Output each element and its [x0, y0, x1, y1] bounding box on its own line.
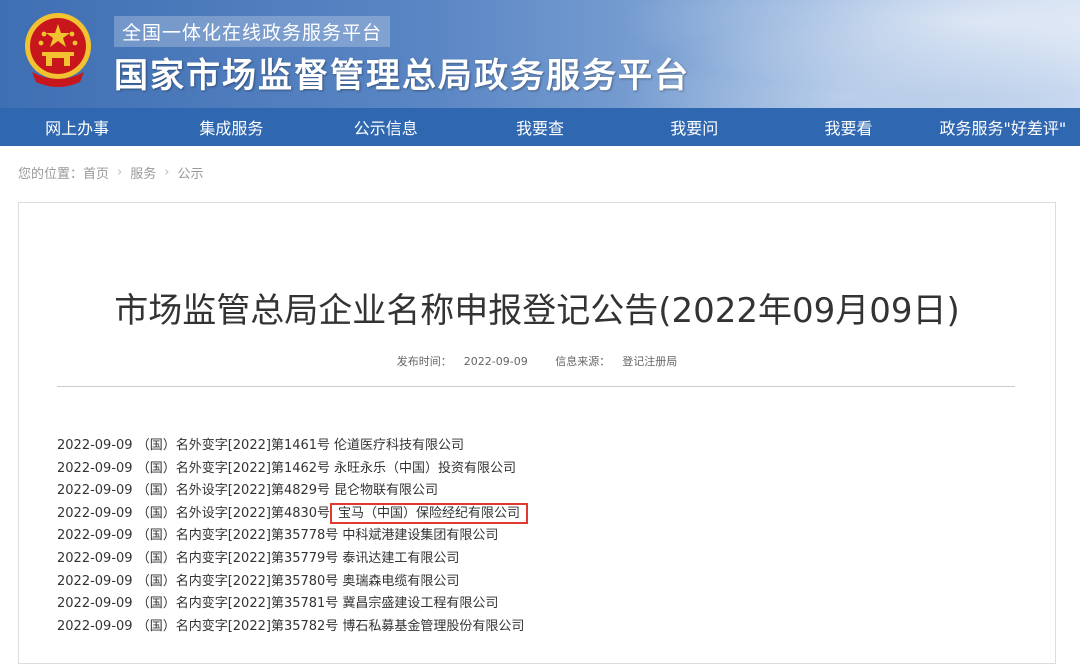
chevron-right-icon: ›	[164, 164, 170, 180]
national-emblem-icon[interactable]	[22, 12, 94, 90]
nav-item-ask[interactable]: 我要问	[617, 115, 771, 139]
row-company: 博石私募基金管理股份有限公司	[342, 618, 525, 634]
list-item: 2022-09-09 （国）名内变字[2022]第35781号 冀昌宗盛建设工程有…	[57, 593, 1017, 616]
row-company: 中科斌港建设集团有限公司	[342, 528, 499, 544]
breadcrumb-home[interactable]: 首页	[83, 163, 109, 182]
nav-item-integrated-services[interactable]: 集成服务	[154, 115, 308, 139]
notice-list: 2022-09-09 （国）名外变字[2022]第1461号 伦道医疗科技有限公司…	[57, 435, 1017, 638]
list-item: 2022-09-09 （国）名外变字[2022]第1461号 伦道医疗科技有限公司	[57, 435, 1017, 458]
breadcrumb-label: 您的位置：	[18, 166, 84, 182]
main-nav: 网上办事 集成服务 公示信息 我要查 我要问 我要看 政务服务"好差评"	[0, 108, 1080, 146]
breadcrumb: 您的位置： 首页 › 服务 › 公示	[0, 146, 1080, 198]
list-item: 2022-09-09 （国）名外设字[2022]第4830号 宝马（中国）保险经纪…	[57, 502, 1017, 526]
list-item: 2022-09-09 （国）名外变字[2022]第1462号 永旺永乐（中国）投资…	[57, 458, 1017, 481]
article-card: 市场监管总局企业名称申报登记公告(2022年09月09日) 发布时间： 2022-…	[18, 202, 1056, 664]
row-date: 2022-09-09	[57, 528, 133, 544]
row-company: 伦道医疗科技有限公司	[334, 438, 465, 453]
row-prefix: （国）	[136, 505, 176, 521]
row-code: 名外变字[2022]第1462号	[175, 460, 331, 476]
nav-item-service-rating[interactable]: 政务服务"好差评"	[926, 115, 1080, 139]
nav-item-view[interactable]: 我要看	[771, 115, 925, 139]
list-item: 2022-09-09 （国）名内变字[2022]第35779号 泰讯达建工有限公司	[57, 548, 1017, 571]
nav-item-search[interactable]: 我要查	[463, 115, 617, 139]
row-date: 2022-09-09	[57, 596, 133, 612]
row-prefix: （国）	[136, 528, 176, 544]
list-item: 2022-09-09 （国）名内变字[2022]第35778号 中科斌港建设集团有…	[57, 525, 1017, 548]
row-prefix: （国）	[136, 618, 176, 634]
row-code: 名内变字[2022]第35780号	[175, 573, 339, 589]
platform-title[interactable]: 国家市场监督管理总局政务服务平台	[114, 48, 690, 97]
list-item: 2022-09-09 （国）名内变字[2022]第35782号 博石私募基金管理股…	[57, 616, 1017, 639]
row-prefix: （国）	[136, 438, 176, 453]
row-company: 泰讯达建工有限公司	[342, 550, 460, 566]
publish-date: 2022-09-09	[463, 355, 528, 368]
breadcrumb-notice[interactable]: 公示	[177, 163, 203, 182]
row-date: 2022-09-09	[57, 618, 133, 634]
article-title: 市场监管总局企业名称申报登记公告(2022年09月09日)	[114, 291, 960, 331]
source-value: 登记注册局	[622, 355, 678, 368]
row-date: 2022-09-09	[57, 573, 133, 589]
row-code: 名内变字[2022]第35782号	[175, 618, 339, 634]
row-date: 2022-09-09	[57, 460, 133, 476]
nav-item-public-info[interactable]: 公示信息	[309, 115, 463, 139]
row-code: 名内变字[2022]第35779号	[175, 550, 339, 566]
list-item: 2022-09-09 （国）名内变字[2022]第35780号 奥瑞森电缆有限公司	[57, 571, 1017, 594]
article-meta: 发布时间： 2022-09-09 信息来源： 登记注册局	[19, 353, 1055, 369]
row-date: 2022-09-09	[57, 550, 133, 566]
publish-label: 发布时间：	[396, 355, 452, 368]
row-prefix: （国）	[136, 483, 176, 499]
row-date: 2022-09-09	[57, 505, 133, 521]
row-prefix: （国）	[136, 573, 176, 589]
row-code: 名外变字[2022]第1461号	[175, 438, 331, 453]
highlighted-company: 宝马（中国）保险经纪有限公司	[330, 502, 529, 524]
row-company: 昆仑物联有限公司	[334, 483, 439, 499]
row-code: 名内变字[2022]第35781号	[175, 596, 339, 612]
row-code: 名内变字[2022]第35778号	[175, 528, 339, 544]
row-prefix: （国）	[136, 460, 176, 476]
chevron-right-icon: ›	[117, 164, 123, 180]
list-item: 2022-09-09 （国）名外设字[2022]第4829号 昆仑物联有限公司	[57, 480, 1017, 503]
source-label: 信息来源：	[555, 355, 611, 368]
row-code: 名外设字[2022]第4829号	[175, 483, 331, 499]
row-prefix: （国）	[136, 596, 176, 612]
row-date: 2022-09-09	[57, 483, 133, 499]
row-company: 奥瑞森电缆有限公司	[342, 573, 460, 589]
row-company: 永旺永乐（中国）投资有限公司	[334, 460, 517, 476]
row-company: 冀昌宗盛建设工程有限公司	[342, 596, 499, 612]
row-code: 名外设字[2022]第4830号	[175, 505, 331, 521]
breadcrumb-services[interactable]: 服务	[130, 163, 156, 182]
row-prefix: （国）	[136, 550, 176, 566]
divider	[57, 386, 1015, 387]
nav-item-online-services[interactable]: 网上办事	[0, 115, 154, 139]
row-date: 2022-09-09	[57, 438, 133, 453]
site-header: 全国一体化在线政务服务平台 国家市场监督管理总局政务服务平台	[0, 0, 1080, 108]
platform-subtitle: 全国一体化在线政务服务平台	[114, 16, 391, 47]
